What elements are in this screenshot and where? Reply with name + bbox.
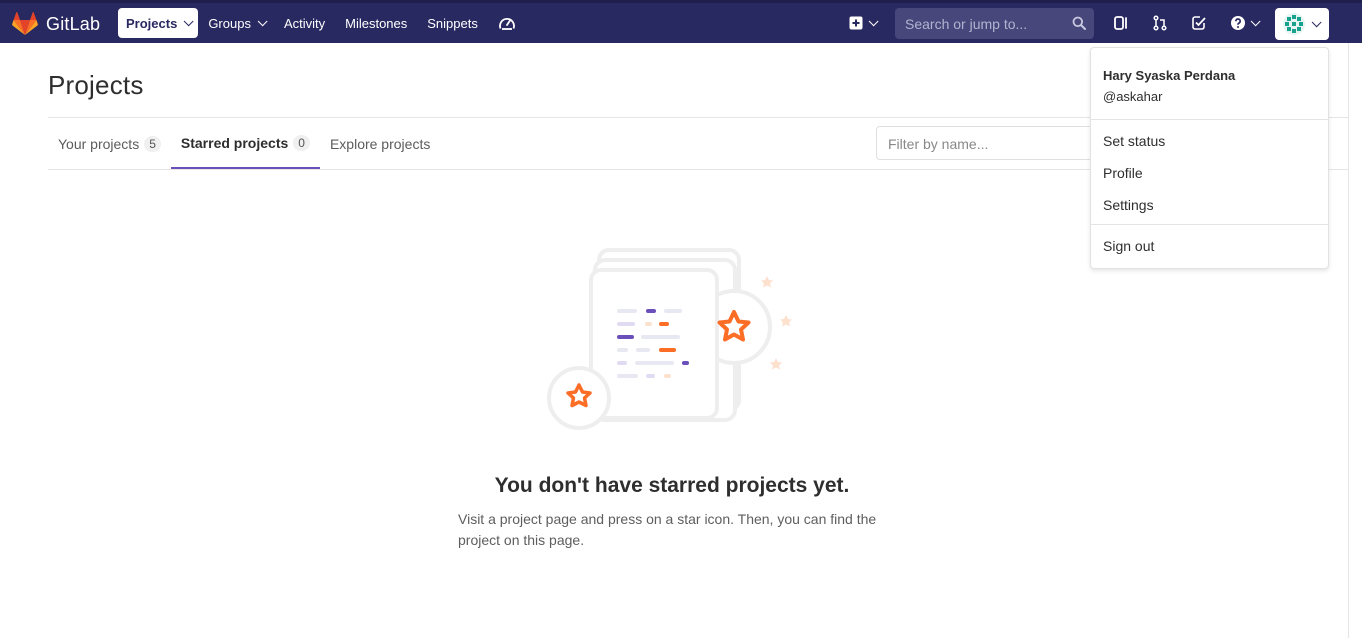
profile-menu-item[interactable]: Profile xyxy=(1103,165,1318,181)
divider xyxy=(1091,224,1328,225)
search-icon xyxy=(1072,16,1086,30)
chevron-down-icon xyxy=(1250,15,1261,26)
empty-state-title: You don't have starred projects yet. xyxy=(494,474,850,497)
settings-menu-item[interactable]: Settings xyxy=(1103,197,1318,213)
chevron-down-icon xyxy=(1311,16,1322,27)
sign-out-menu-item[interactable]: Sign out xyxy=(1103,238,1318,254)
count-badge: 0 xyxy=(293,134,310,151)
todos-button[interactable] xyxy=(1188,8,1210,38)
chevron-down-icon xyxy=(183,15,194,26)
tab-label: Explore projects xyxy=(329,135,431,152)
new-menu-button[interactable] xyxy=(843,8,879,38)
project-tabs: Your projects 5 Starred projects 0 Explo… xyxy=(48,118,440,170)
tab-your-projects[interactable]: Your projects 5 xyxy=(48,118,171,169)
avatar xyxy=(1283,13,1305,35)
admin-area-button[interactable] xyxy=(488,8,526,38)
nav-milestones[interactable]: Milestones xyxy=(335,8,417,38)
nav-projects-label: Projects xyxy=(126,15,178,31)
nav-groups-label: Groups xyxy=(208,15,251,31)
user-full-name: Hary Syaska Perdana xyxy=(1103,68,1236,83)
set-status-menu-item[interactable]: Set status xyxy=(1103,133,1318,149)
merge-request-icon xyxy=(1153,15,1167,31)
todo-check-icon xyxy=(1192,16,1206,30)
filter-by-name-input[interactable]: Filter by name... xyxy=(876,126,1116,160)
count-badge: 5 xyxy=(144,135,161,152)
search-input[interactable]: Search or jump to... xyxy=(895,8,1094,39)
scrollbar[interactable] xyxy=(1348,43,1362,638)
nav-activity-label: Activity xyxy=(283,15,326,31)
nav-projects[interactable]: Projects xyxy=(118,8,199,38)
empty-state-description: Visit a project page and press on a star… xyxy=(458,511,877,548)
chevron-down-icon xyxy=(257,15,268,26)
chevron-down-icon xyxy=(868,15,879,26)
main-nav: Projects Groups Activity Milestones Snip… xyxy=(118,8,526,38)
search-placeholder: Search or jump to... xyxy=(905,16,1028,32)
tab-label: Your projects xyxy=(58,135,140,152)
brand-name: GitLab xyxy=(46,13,101,34)
user-dropdown-menu: Hary Syaska Perdana @askahar Set status … xyxy=(1090,47,1329,269)
gitlab-home-link[interactable]: GitLab xyxy=(12,9,100,39)
issues-icon xyxy=(1114,16,1127,30)
nav-groups[interactable]: Groups xyxy=(198,8,274,38)
new-item-toggle xyxy=(843,8,879,38)
user-username: @askahar xyxy=(1103,89,1163,104)
empty-starred-illustration xyxy=(547,248,792,430)
user-menu-toggle[interactable] xyxy=(1275,8,1329,40)
nav-activity[interactable]: Activity xyxy=(274,8,335,38)
header-tools xyxy=(1110,8,1261,38)
nav-snippets[interactable]: Snippets xyxy=(417,8,488,38)
tab-explore-projects[interactable]: Explore projects xyxy=(320,118,440,169)
help-icon xyxy=(1230,16,1245,30)
tab-label: Starred projects xyxy=(180,134,289,151)
plus-square-icon xyxy=(849,16,862,30)
top-navbar: GitLab Projects Groups Activity Mileston… xyxy=(0,0,1362,43)
merge-requests-button[interactable] xyxy=(1149,8,1171,38)
help-button[interactable] xyxy=(1226,8,1261,38)
gitlab-logo-icon xyxy=(12,12,38,35)
filter-placeholder: Filter by name... xyxy=(888,136,989,152)
issues-button[interactable] xyxy=(1110,8,1132,38)
dashboard-gauge-icon xyxy=(498,18,515,30)
nav-milestones-label: Milestones xyxy=(345,15,408,31)
tab-starred-projects[interactable]: Starred projects 0 xyxy=(170,118,320,169)
divider xyxy=(1091,119,1328,120)
page-title: Projects xyxy=(48,70,144,100)
nav-snippets-label: Snippets xyxy=(427,15,478,31)
